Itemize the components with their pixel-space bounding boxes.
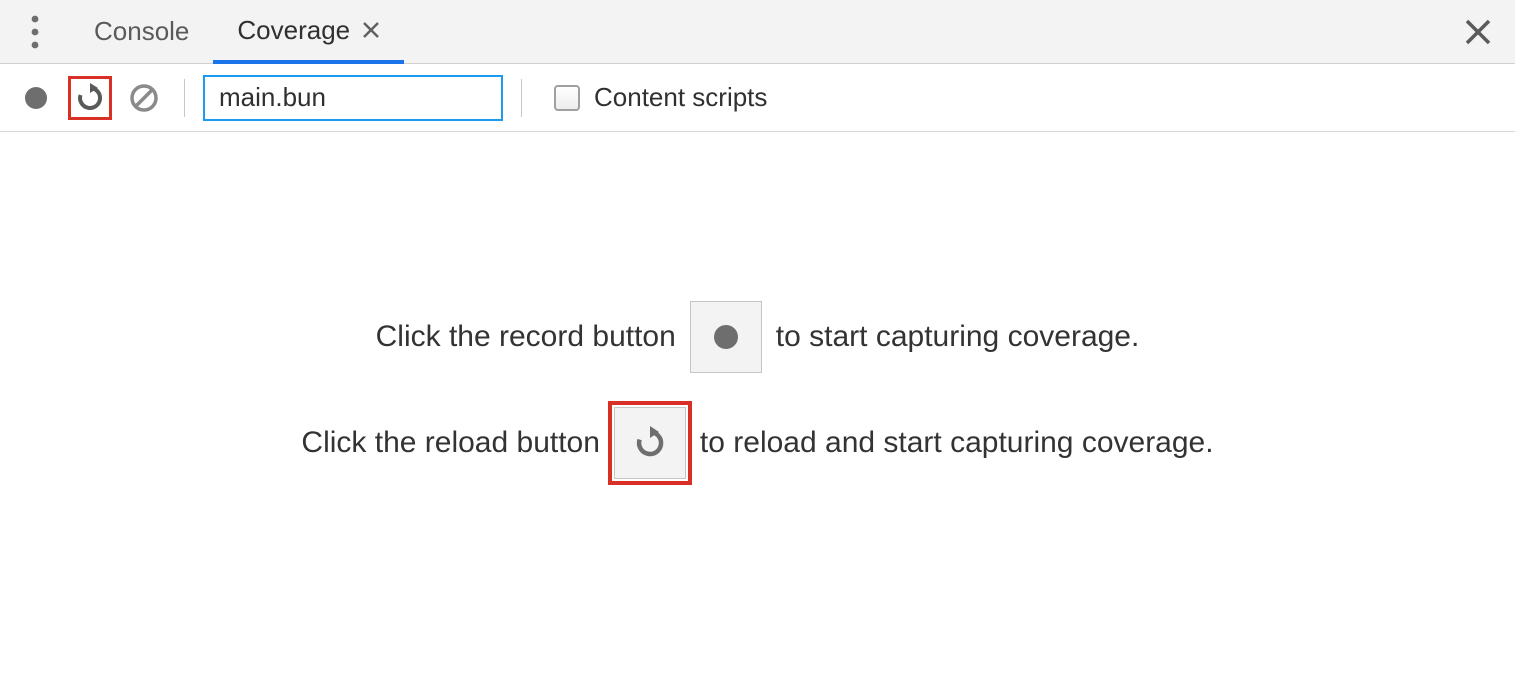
record-icon (23, 85, 49, 111)
help-text-wrapper: Click the record button to start capturi… (301, 301, 1213, 479)
help-row-record: Click the record button to start capturi… (376, 301, 1140, 373)
help-text: Click the reload button (301, 426, 600, 460)
reload-button[interactable] (68, 76, 112, 120)
clear-button[interactable] (122, 76, 166, 120)
url-filter-input[interactable] (219, 82, 554, 113)
tab-coverage[interactable]: Coverage (213, 1, 404, 64)
tab-label: Coverage (237, 15, 350, 46)
coverage-empty-state: Click the record button to start capturi… (0, 132, 1515, 687)
tab-label: Console (94, 16, 189, 47)
more-menu-button[interactable] (10, 0, 60, 63)
tabs: Console Coverage (70, 0, 404, 63)
help-row-reload: Click the reload button to reload and st… (301, 407, 1213, 479)
inline-reload-button[interactable] (614, 407, 686, 479)
help-text: to reload and start capturing coverage. (700, 426, 1214, 460)
reload-icon (633, 426, 667, 460)
checkbox-icon (554, 85, 580, 111)
help-text: to start capturing coverage. (776, 320, 1140, 354)
content-scripts-label: Content scripts (594, 82, 767, 113)
record-icon (711, 322, 741, 352)
help-text: Click the record button (376, 320, 676, 354)
close-icon (1464, 18, 1492, 46)
clear-icon (129, 83, 159, 113)
tab-bar: Console Coverage (0, 0, 1515, 64)
close-tab-icon[interactable] (362, 17, 380, 43)
tab-console[interactable]: Console (70, 0, 213, 63)
divider (184, 79, 185, 117)
content-scripts-toggle[interactable]: Content scripts (554, 82, 767, 113)
coverage-toolbar: Content scripts (0, 64, 1515, 132)
divider (521, 79, 522, 117)
reload-icon (75, 83, 105, 113)
url-filter-box (203, 75, 503, 121)
kebab-icon (31, 15, 39, 49)
close-panel-button[interactable] (1453, 7, 1503, 57)
record-button[interactable] (14, 76, 58, 120)
inline-record-button[interactable] (690, 301, 762, 373)
